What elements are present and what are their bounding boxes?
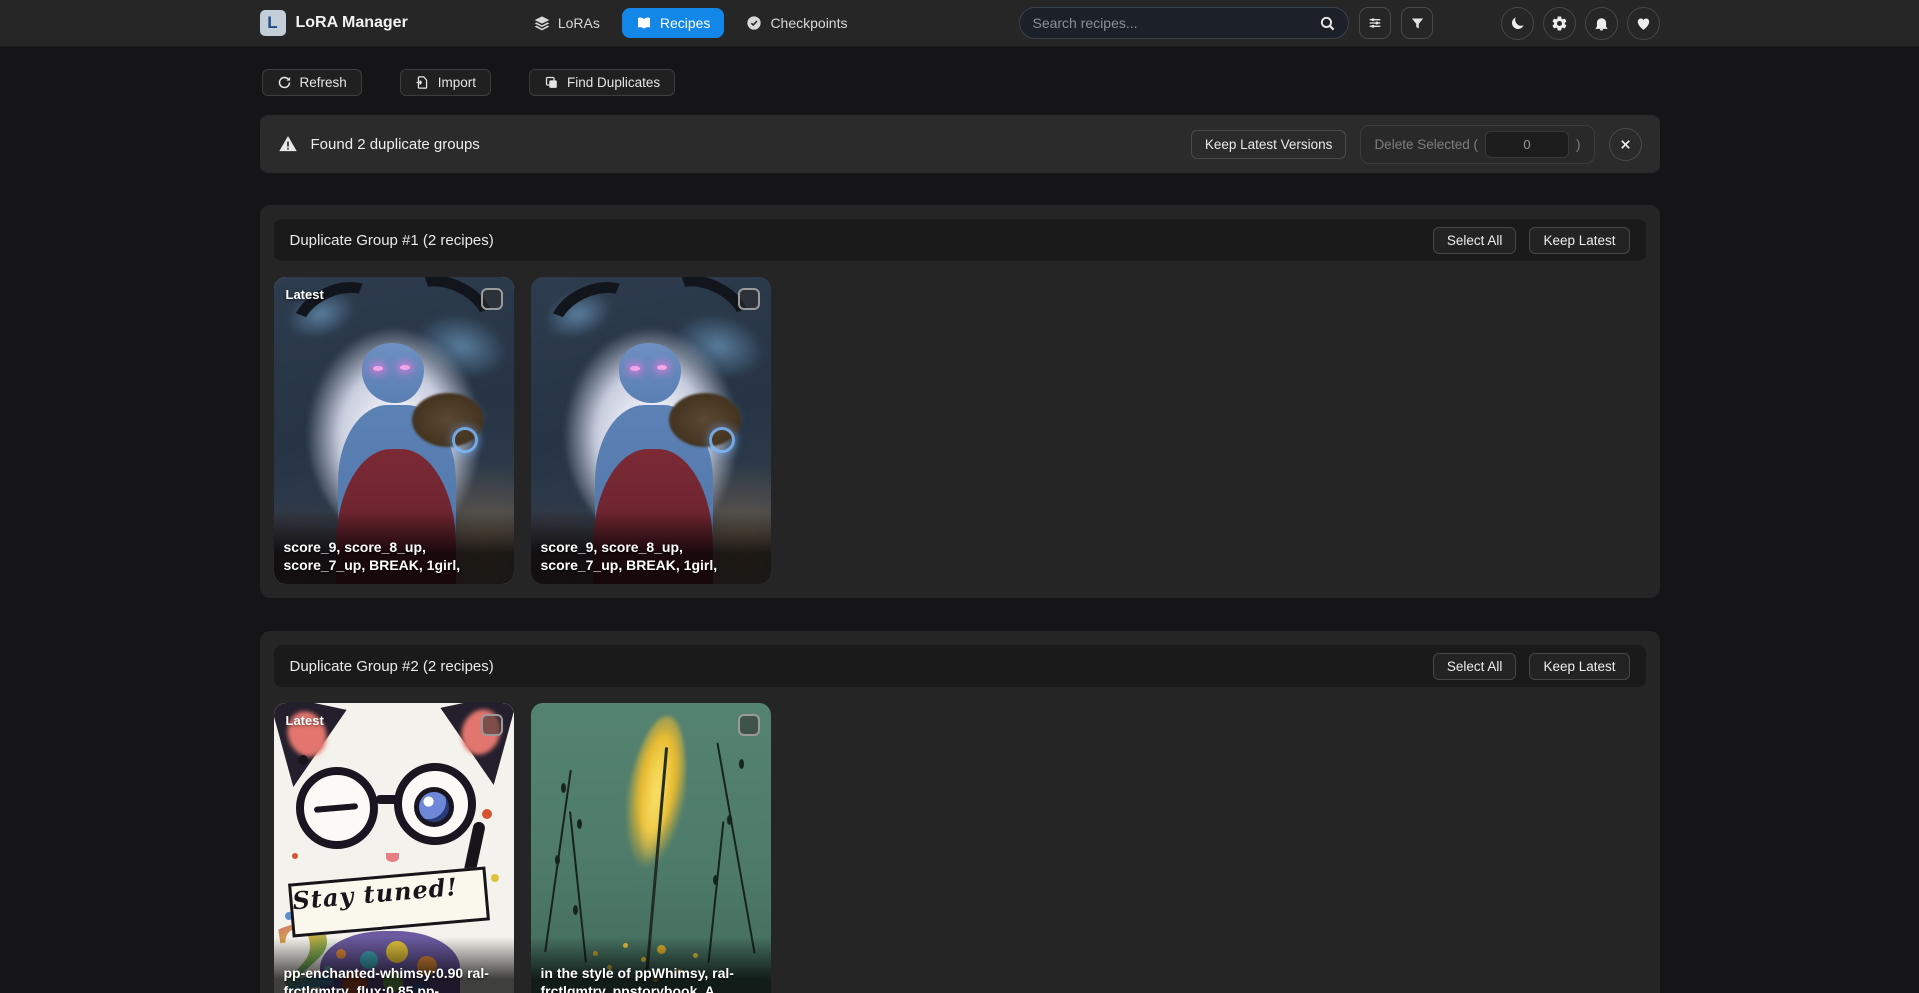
recipe-checkbox[interactable] xyxy=(738,288,760,310)
latest-badge: Latest xyxy=(286,287,324,302)
recipe-caption: in the style of ppWhimsy, ral-frctlgmtry… xyxy=(531,937,771,993)
banner-message: Found 2 duplicate groups xyxy=(311,136,480,153)
sliders-icon xyxy=(1367,15,1383,31)
group-title: Duplicate Group #2 (2 recipes) xyxy=(290,658,494,675)
recipes-toolbar: Refresh Import Find Duplicates xyxy=(260,69,1660,96)
find-duplicates-button[interactable]: Find Duplicates xyxy=(529,69,675,96)
main-content: Refresh Import Find Duplicates Found 2 d… xyxy=(260,69,1660,993)
delete-count-input[interactable] xyxy=(1485,131,1569,158)
nav-tab-label: LoRAs xyxy=(558,15,600,31)
close-banner-button[interactable] xyxy=(1609,128,1642,161)
heart-icon xyxy=(1635,15,1652,32)
theme-toggle-button[interactable] xyxy=(1501,7,1534,40)
import-icon xyxy=(415,75,430,90)
nav-tab-label: Checkpoints xyxy=(770,15,847,31)
duplicate-group-2: Duplicate Group #2 (2 recipes) Select Al… xyxy=(260,631,1660,993)
recipe-caption: score_9, score_8_up, score_7_up, BREAK, … xyxy=(531,511,771,584)
group-cards: Latest score_9, score_8_up, score_7_up, … xyxy=(274,277,1646,584)
keep-latest-versions-button[interactable]: Keep Latest Versions xyxy=(1191,130,1347,159)
recipe-card[interactable]: in the style of ppWhimsy, ral-frctlgmtry… xyxy=(531,703,771,993)
nav-tab-checkpoints[interactable]: Checkpoints xyxy=(732,8,861,38)
delete-selected-label: Delete Selected ( xyxy=(1374,137,1478,152)
recipe-checkbox[interactable] xyxy=(481,288,503,310)
book-icon xyxy=(636,15,652,31)
sort-options-button[interactable] xyxy=(1359,7,1391,39)
recipe-card[interactable]: score_9, score_8_up, score_7_up, BREAK, … xyxy=(531,277,771,584)
close-icon xyxy=(1618,137,1633,152)
nav-tab-recipes[interactable]: Recipes xyxy=(622,8,725,38)
gear-icon xyxy=(1551,15,1568,32)
check-circle-icon xyxy=(746,15,762,31)
recipe-checkbox[interactable] xyxy=(481,714,503,736)
bell-icon xyxy=(1593,15,1610,32)
latest-badge: Latest xyxy=(286,713,324,728)
group-title: Duplicate Group #1 (2 recipes) xyxy=(290,232,494,249)
refresh-label: Refresh xyxy=(300,75,347,90)
keep-latest-button[interactable]: Keep Latest xyxy=(1529,227,1629,254)
recipe-card[interactable]: Stay tuned! 2 Latest pp-enchanted-whimsy… xyxy=(274,703,514,993)
select-all-button[interactable]: Select All xyxy=(1433,653,1517,680)
support-button[interactable] xyxy=(1627,7,1660,40)
layers-icon xyxy=(534,15,550,31)
keep-latest-button[interactable]: Keep Latest xyxy=(1529,653,1629,680)
copy-icon xyxy=(544,75,559,90)
duplicates-banner: Found 2 duplicate groups Keep Latest Ver… xyxy=(260,115,1660,173)
main-nav: LoRAs Recipes Checkpoints xyxy=(520,8,862,38)
app-logo: L xyxy=(260,10,286,36)
nav-tab-loras[interactable]: LoRAs xyxy=(520,8,614,38)
funnel-icon xyxy=(1410,16,1425,31)
delete-selected-suffix: ) xyxy=(1576,137,1581,152)
navbar: L LoRA Manager LoRAs Recipes Checkpoi xyxy=(0,0,1919,47)
delete-selected-button[interactable]: Delete Selected ( ) xyxy=(1360,125,1594,164)
recipe-caption: score_9, score_8_up, score_7_up, BREAK, … xyxy=(274,511,514,584)
refresh-icon xyxy=(277,75,292,90)
app-title: LoRA Manager xyxy=(296,14,408,32)
stay-tuned-sign: Stay tuned! xyxy=(288,866,490,937)
notifications-button[interactable] xyxy=(1585,7,1618,40)
recipe-checkbox[interactable] xyxy=(738,714,760,736)
import-button[interactable]: Import xyxy=(400,69,491,96)
search-box xyxy=(1019,7,1349,39)
search-area xyxy=(1019,7,1433,39)
filter-button[interactable] xyxy=(1401,7,1433,39)
search-icon[interactable] xyxy=(1319,15,1336,32)
recipe-caption: pp-enchanted-whimsy:0.90 ral-frctlgmtry_… xyxy=(274,937,514,993)
select-all-button[interactable]: Select All xyxy=(1433,227,1517,254)
moon-icon xyxy=(1509,15,1526,32)
refresh-button[interactable]: Refresh xyxy=(262,69,362,96)
search-input[interactable] xyxy=(1032,15,1319,31)
navbar-actions xyxy=(1501,7,1660,40)
app-brand[interactable]: L LoRA Manager xyxy=(260,10,408,36)
duplicate-group-1: Duplicate Group #1 (2 recipes) Select Al… xyxy=(260,205,1660,598)
settings-button[interactable] xyxy=(1543,7,1576,40)
group-cards: Stay tuned! 2 Latest pp-enchanted-whimsy… xyxy=(274,703,1646,993)
group-header: Duplicate Group #2 (2 recipes) Select Al… xyxy=(274,645,1646,687)
group-header: Duplicate Group #1 (2 recipes) Select Al… xyxy=(274,219,1646,261)
find-duplicates-label: Find Duplicates xyxy=(567,75,660,90)
warning-icon xyxy=(278,134,298,154)
nav-tab-label: Recipes xyxy=(660,15,711,31)
import-label: Import xyxy=(438,75,476,90)
recipe-card[interactable]: Latest score_9, score_8_up, score_7_up, … xyxy=(274,277,514,584)
